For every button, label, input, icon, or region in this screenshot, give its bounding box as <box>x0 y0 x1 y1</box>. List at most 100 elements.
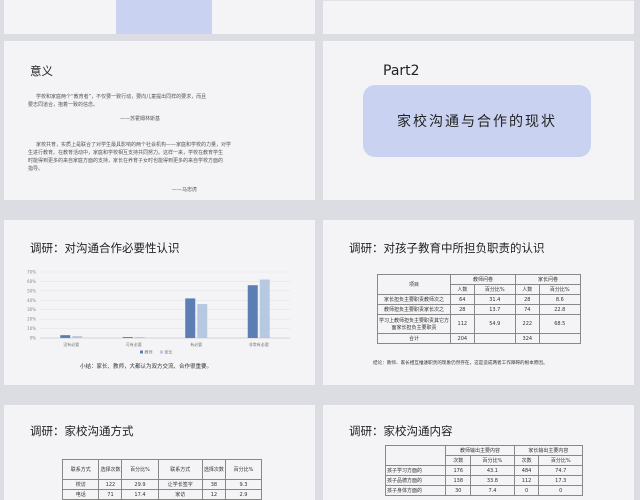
col-header: 教师输出主要内容 <box>445 445 515 456</box>
slide-thumbnail-meaning[interactable]: 意义 学校和家庭两个“教育者”，不仅要一致行动，要向儿童提出同样的要求，而且 要… <box>4 41 315 200</box>
table-cell: 8.6 <box>538 294 582 305</box>
table-cell: 家长担负主要职责教师次之 <box>377 294 451 305</box>
bar-教师 <box>247 285 258 338</box>
table-cell: 138 <box>445 475 472 486</box>
col-header: 联系方式 <box>61 459 100 480</box>
col-header <box>384 445 447 466</box>
table-cell: 9.3 <box>224 479 263 490</box>
legend-label: 教师 <box>145 349 153 355</box>
table-cell: 孩子身体方面的 <box>384 485 447 496</box>
slide-title: 调研：对孩子教育中所担负职责的认识 <box>349 241 545 255</box>
y-tick-label: 0% <box>30 336 37 341</box>
sub-header: 百分比% <box>538 455 583 466</box>
sub-header: 人数 <box>450 284 475 295</box>
table-cell: 合计 <box>377 333 451 344</box>
slide-title: 调研：家校沟通方式 <box>30 424 134 438</box>
x-tick-label: 没有必要 <box>63 341 79 347</box>
y-tick-label: 30% <box>27 307 36 312</box>
table-cell: 0 <box>513 485 540 496</box>
heading-box: 家校沟通与合作的现状 <box>363 85 591 157</box>
slide-thumbnail-content[interactable]: 调研：家校沟通内容 教师输出主要内容 家长输出主要内容 次数 百分比% 次数 百… <box>323 405 634 500</box>
y-tick-label: 60% <box>27 279 36 284</box>
table-row: 孩子学习方面的 176 43.1 484 74.7 <box>384 465 583 476</box>
bar-家长 <box>134 337 145 338</box>
responsibility-table: 项目 教师问卷 家长问卷 人数 百分比% 人数 百分比% 家长担负主要职责教师次… <box>377 274 582 344</box>
accent-block <box>116 0 212 34</box>
table-row: 孩子品德方面的 138 33.8 112 17.3 <box>384 475 583 486</box>
slide-thumbnail-necessity-chart[interactable]: 调研：对沟通合作必要性认识 0% 10% 20% 30% 40% 50% 60% 70% 没有必… <box>4 220 315 385</box>
part-label: Part2 <box>383 63 420 79</box>
slide-title: 意义 <box>30 64 53 78</box>
table-cell: 校访 <box>61 479 100 490</box>
table-cell: 12 <box>201 489 226 500</box>
chart-caption: 小结：家长、教师，大都认为双方交流、合作很重要。 <box>80 364 213 370</box>
bar-家长 <box>197 304 208 338</box>
table-cell: 112 <box>450 314 475 334</box>
table-cell: 29.9 <box>121 479 159 490</box>
legend-label: 家长 <box>165 349 173 355</box>
table-cell: 74.7 <box>538 465 583 476</box>
table-row: 电话 71 17.4 家访 12 2.9 <box>61 489 263 500</box>
table-cell: 28 <box>514 294 540 305</box>
table-cell: 22.8 <box>538 304 582 315</box>
quote-2: 家校共育，实质上是联合了对学生最具影响的两个社会机构——家庭和学校的力量，对学 … <box>28 142 232 172</box>
table-cell: 家访 <box>157 489 203 500</box>
table-row: 教师担负主要职责家长次之 28 13.7 74 22.8 <box>377 304 582 315</box>
table-cell: 2.9 <box>224 489 263 500</box>
table-cell: 电话 <box>61 489 100 500</box>
sub-header: 百分比% <box>470 455 515 466</box>
content-table: 教师输出主要内容 家长输出主要内容 次数 百分比% 次数 百分比% 孩子学习方面… <box>384 445 584 496</box>
table-cell: 54.9 <box>473 314 516 334</box>
col-header: 家长问卷 <box>514 274 582 285</box>
col-header: 教师问卷 <box>450 274 516 285</box>
table-cell: 0 <box>538 485 583 496</box>
slide-title: 调研：对沟通合作必要性认识 <box>30 241 180 255</box>
conclusion-note: 结论：教师、家长相互推诿职责的现象仍然存在，这是造成两者工作障碍的根本原因。 <box>373 361 548 366</box>
table-cell: 43.1 <box>470 465 515 476</box>
col-header: 百分比% <box>121 459 159 480</box>
table-row: 家长担负主要职责教师次之 64 31.4 28 8.6 <box>377 294 582 305</box>
table-cell: 学习上教师担负主要职责其它方面家长担负主要职责 <box>377 314 451 334</box>
bar-教师 <box>122 337 133 338</box>
slide-thumbnail-methods[interactable]: 调研：家校沟通方式 联系方式 选择次数 百分比% 联系方式 选择次数 百分比% … <box>4 405 315 500</box>
table-cell: 122 <box>98 479 123 490</box>
table-cell: 31.4 <box>473 294 516 305</box>
y-tick-label: 50% <box>27 288 36 293</box>
table-cell: 64 <box>450 294 475 305</box>
table-cell: 30 <box>445 485 472 496</box>
table-cell: 176 <box>445 465 472 476</box>
x-tick-label: 有必要 <box>190 341 202 347</box>
col-header: 选择次数 <box>201 459 226 480</box>
table-cell: 让学长签字 <box>157 479 203 490</box>
table-cell: 74 <box>514 304 540 315</box>
bar-家长 <box>72 336 83 338</box>
slide-thumbnail-responsibility[interactable]: 调研：对孩子教育中所担负职责的认识 项目 教师问卷 家长问卷 人数 百分比% 人… <box>323 220 634 385</box>
table-cell: 13.7 <box>473 304 516 315</box>
y-tick-label: 20% <box>27 317 36 322</box>
table-cell: 484 <box>513 465 540 476</box>
necessity-bar-chart: 0% 10% 20% 30% 40% 50% 60% 70% 没有必要 可有必要 有必要 非常有必要教… <box>27 270 290 355</box>
bar-教师 <box>185 298 196 338</box>
table-row: 校访 122 29.9 让学长签字 38 9.3 <box>61 479 263 490</box>
bar-教师 <box>60 335 71 338</box>
table-cell: 68.5 <box>538 314 582 334</box>
table-cell: 71 <box>98 489 123 500</box>
table-row: 合计 204 324 <box>377 333 582 344</box>
col-header: 百分比% <box>224 459 263 480</box>
slide-title: 调研：家校沟通内容 <box>349 424 453 438</box>
table-cell: 17.3 <box>538 475 583 486</box>
sub-header: 次数 <box>513 455 540 466</box>
section-heading: 家校沟通与合作的现状 <box>397 114 557 130</box>
table-row: 学习上教师担负主要职责其它方面家长担负主要职责 112 54.9 222 68.5 <box>377 314 582 334</box>
sub-header: 人数 <box>514 284 540 295</box>
divider-line <box>323 0 634 1</box>
table-cell: 28 <box>450 304 475 315</box>
slide-thumbnail-part2[interactable]: Part2 家校沟通与合作的现状 <box>323 41 634 200</box>
bar-家长 <box>259 279 270 338</box>
table-cell: 204 <box>450 333 475 344</box>
col-header: 联系方式 <box>157 459 203 480</box>
sub-header: 百分比% <box>473 284 516 295</box>
slide-thumbnail-1[interactable] <box>4 0 315 34</box>
slide-thumbnail-partial[interactable] <box>323 0 634 34</box>
legend-swatch <box>140 350 143 354</box>
